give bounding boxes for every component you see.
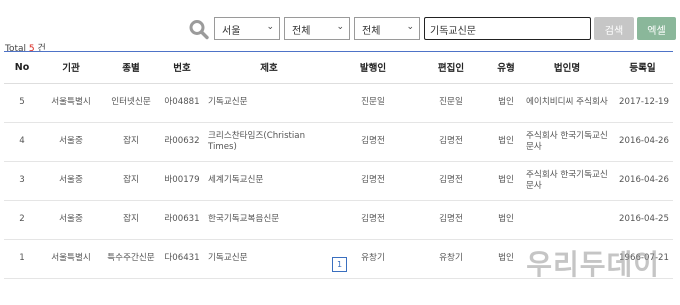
category-select[interactable]: 전체 ⌄ xyxy=(284,17,350,40)
cell-type: 법인 xyxy=(490,83,522,123)
table-row[interactable]: 4 서울중 잡지 라00632 크리스찬타임즈(Christian Times)… xyxy=(4,122,673,162)
chevron-down-icon: ⌄ xyxy=(336,22,344,32)
chevron-down-icon: ⌄ xyxy=(406,22,414,32)
cell-publisher: 진문일 xyxy=(334,83,412,123)
column-header: 기관 xyxy=(40,52,102,84)
table-row[interactable]: 5 서울특별시 인터넷신문 아04881 기독교신문 진문일 진문일 법인 에이… xyxy=(4,83,673,123)
cell-editor: 진문일 xyxy=(412,83,490,123)
cell-org: 서울중 xyxy=(40,122,102,162)
cell-no: 5 xyxy=(4,83,40,123)
chevron-down-icon: ⌄ xyxy=(266,22,274,32)
cell-type: 법인 xyxy=(490,122,522,162)
cell-kind: 특수주간신문 xyxy=(102,239,160,279)
cell-code: 다06431 xyxy=(160,239,204,279)
column-header: No xyxy=(4,52,40,84)
cell-type: 법인 xyxy=(490,239,522,279)
search-button[interactable]: 검색 xyxy=(594,17,634,40)
cell-code: 아04881 xyxy=(160,83,204,123)
search-input[interactable]: 기독교신문 xyxy=(424,17,591,40)
cell-date: 2016-04-26 xyxy=(612,161,673,201)
cell-type: 법인 xyxy=(490,161,522,201)
cell-org: 서울중 xyxy=(40,161,102,201)
cell-corp: 주식회사 한국기독교신문사 xyxy=(522,161,612,201)
cell-title: 기독교신문 xyxy=(204,83,334,123)
field-select[interactable]: 전체 ⌄ xyxy=(354,17,420,40)
watermark-logo: 우리두데이 xyxy=(526,248,660,281)
column-header: 발행인 xyxy=(334,52,412,84)
column-header: 등록일 xyxy=(612,52,673,84)
column-header: 법인명 xyxy=(522,52,612,84)
cell-code: 바00179 xyxy=(160,161,204,201)
cell-title: 크리스찬타임즈(Christian Times) xyxy=(204,122,334,162)
cell-corp: 에이치비디씨 주식회사 xyxy=(522,83,612,123)
search-icon[interactable] xyxy=(188,17,210,40)
cell-no: 1 xyxy=(4,239,40,279)
search-bar: 서울 ⌄ 전체 ⌄ 전체 ⌄ 기독교신문 검색 엑셀 xyxy=(188,17,676,41)
cell-code: 라00632 xyxy=(160,122,204,162)
column-header: 유형 xyxy=(490,52,522,84)
cell-kind: 잡지 xyxy=(102,161,160,201)
cell-org: 서울특별시 xyxy=(40,239,102,279)
category-select-value: 전체 xyxy=(292,26,311,37)
cell-org: 서울특별시 xyxy=(40,83,102,123)
cell-code: 라00631 xyxy=(160,200,204,240)
field-select-value: 전체 xyxy=(362,26,381,37)
column-header: 번호 xyxy=(160,52,204,84)
cell-title: 한국기독교복음신문 xyxy=(204,200,334,240)
table-row[interactable]: 3 서울중 잡지 바00179 세계기독교신문 김명전 김명전 법인 주식회사 … xyxy=(4,161,673,201)
cell-title: 기독교신문 xyxy=(204,239,334,279)
cell-publisher: 김명전 xyxy=(334,200,412,240)
cell-editor: 김명전 xyxy=(412,161,490,201)
cell-no: 3 xyxy=(4,161,40,201)
cell-no: 4 xyxy=(4,122,40,162)
cell-publisher: 김명전 xyxy=(334,161,412,201)
region-select-value: 서울 xyxy=(222,26,241,37)
cell-org: 서울중 xyxy=(40,200,102,240)
cell-date: 2016-04-26 xyxy=(612,122,673,162)
cell-kind: 잡지 xyxy=(102,200,160,240)
excel-button[interactable]: 엑셀 xyxy=(637,17,676,40)
table-row[interactable]: 2 서울중 잡지 라00631 한국기독교복음신문 김명전 김명전 법인 201… xyxy=(4,200,673,240)
column-header: 종별 xyxy=(102,52,160,84)
cell-kind: 잡지 xyxy=(102,122,160,162)
cell-editor: 김명전 xyxy=(412,122,490,162)
cell-no: 2 xyxy=(4,200,40,240)
cell-date: 2016-04-25 xyxy=(612,200,673,240)
cell-corp xyxy=(522,200,612,240)
cell-type: 법인 xyxy=(490,200,522,240)
region-select[interactable]: 서울 ⌄ xyxy=(214,17,280,40)
column-header: 제호 xyxy=(204,52,334,84)
cell-editor: 김명전 xyxy=(412,200,490,240)
column-header: 편집인 xyxy=(412,52,490,84)
page-1-button[interactable]: 1 xyxy=(332,257,347,272)
cell-publisher: 김명전 xyxy=(334,122,412,162)
cell-date: 2017-12-19 xyxy=(612,83,673,123)
cell-editor: 유창기 xyxy=(412,239,490,279)
table-header-row: No 기관 종별 번호 제호 발행인 편집인 유형 법인명 등록일 xyxy=(4,52,673,84)
cell-kind: 인터넷신문 xyxy=(102,83,160,123)
cell-title: 세계기독교신문 xyxy=(204,161,334,201)
cell-corp: 주식회사 한국기독교신문사 xyxy=(522,122,612,162)
